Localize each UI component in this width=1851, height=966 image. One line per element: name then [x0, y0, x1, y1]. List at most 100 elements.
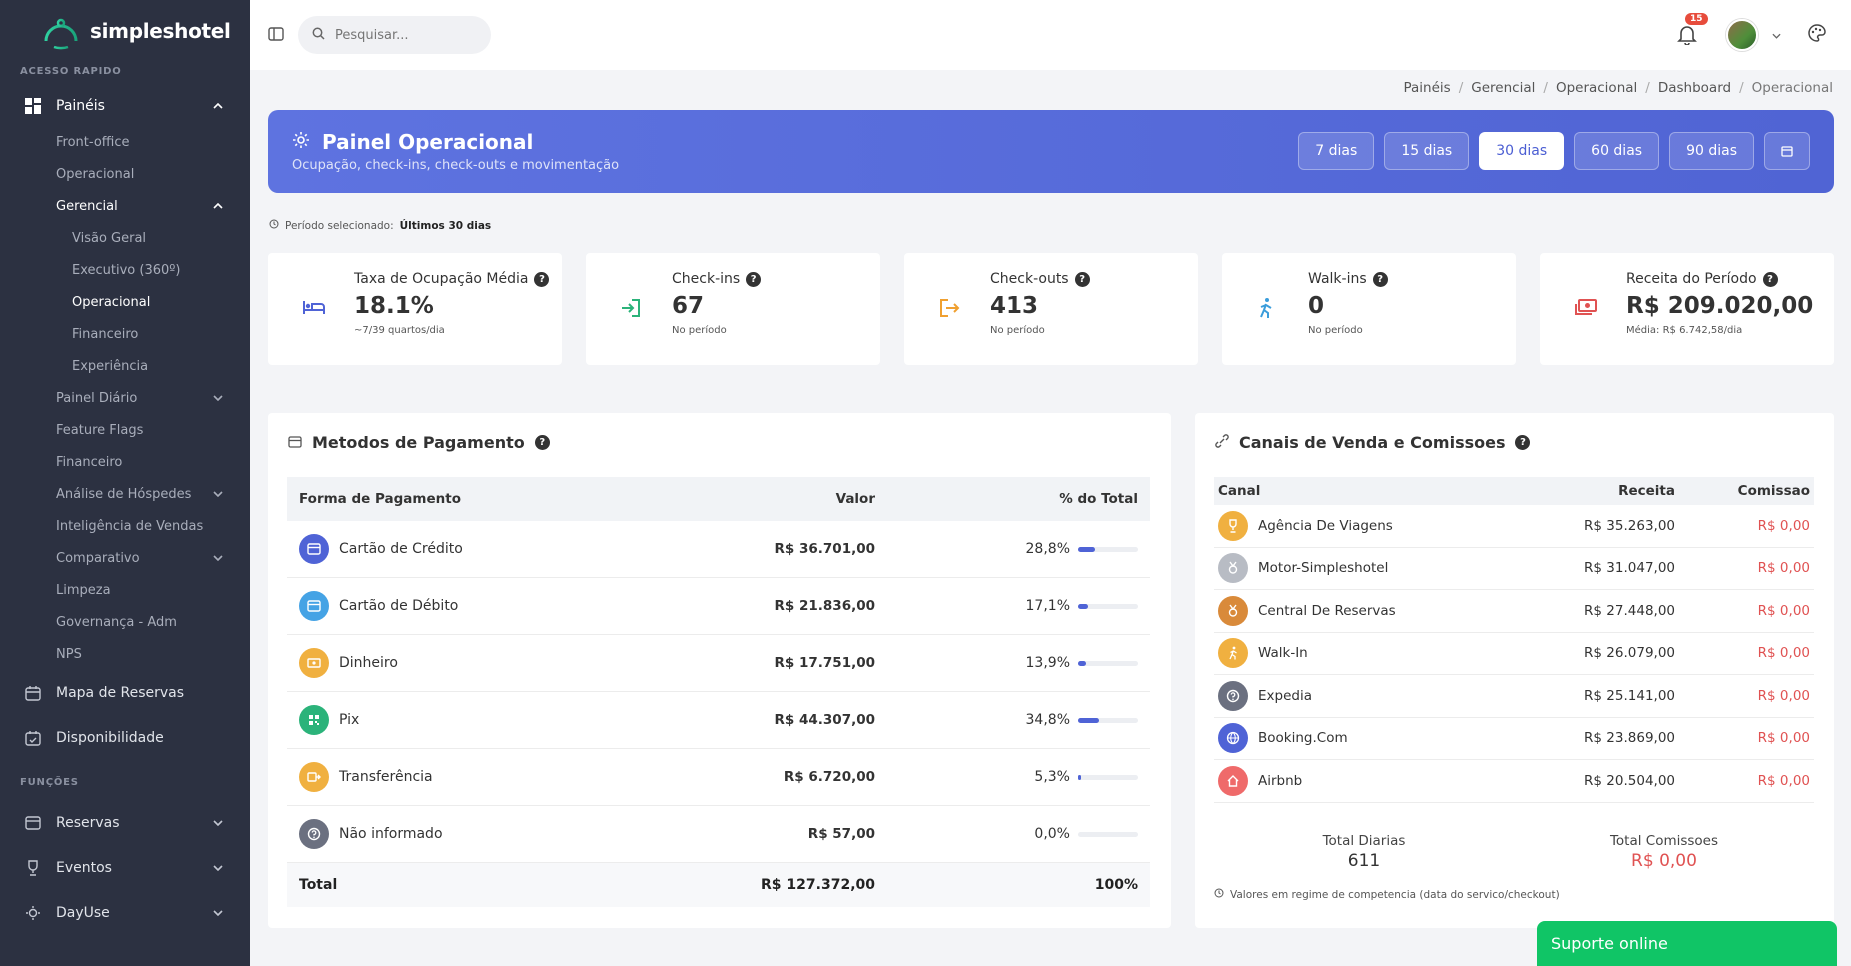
sidebar: simpleshotel ACESSO RAPIDO Painéis Front…: [0, 0, 250, 966]
payment-pct: 34,8%: [1025, 712, 1070, 728]
progress-bar: [1078, 546, 1138, 552]
search-input[interactable]: [335, 27, 475, 43]
sidebar-item-disponibilidade[interactable]: Disponibilidade: [0, 715, 250, 760]
stat-title: Walk-ins: [1308, 271, 1367, 287]
breadcrumb-paineis[interactable]: Painéis: [1404, 80, 1451, 96]
channel-name: Booking.Com: [1258, 730, 1348, 747]
clock-icon: [1214, 888, 1224, 901]
topbar: 15: [250, 0, 1851, 70]
gear-icon: [292, 130, 310, 154]
sidebar-item-financeiro-gerencial[interactable]: Financeiro: [0, 318, 250, 350]
channel-revenue: R$ 31.047,00: [1584, 560, 1675, 577]
table-row: Walk-In R$ 26.079,00 R$ 0,00: [1214, 633, 1814, 675]
breadcrumb-gerencial[interactable]: Gerencial: [1471, 80, 1535, 96]
help-icon[interactable]: ?: [746, 271, 762, 287]
breadcrumb-operacional[interactable]: Operacional: [1556, 80, 1637, 96]
sidebar-item-front-office[interactable]: Front-office: [0, 126, 250, 158]
payment-pct: 0,0%: [1034, 826, 1070, 842]
payment-name: Pix: [339, 712, 360, 728]
custom-date-button[interactable]: [1764, 132, 1810, 170]
sidebar-item-visao-geral[interactable]: Visão Geral: [0, 222, 250, 254]
medal-icon: [1218, 595, 1248, 626]
search-box: [298, 16, 491, 54]
stat-subtitle: No período: [990, 325, 1045, 336]
help-icon[interactable]: ?: [534, 435, 550, 450]
sidebar-item-operacional-gerencial[interactable]: Operacional: [0, 286, 250, 318]
sidebar-item-experiencia[interactable]: Experiência: [0, 350, 250, 382]
sidebar-item-dayuse[interactable]: DayUse: [0, 890, 250, 935]
sidebar-item-paineis[interactable]: Painéis: [0, 86, 250, 126]
avatar[interactable]: [1726, 19, 1758, 51]
sales-channels-panel: Canais de Venda e Comissoes ? Canal Rece…: [1195, 413, 1834, 928]
sidebar-item-comparativo[interactable]: Comparativo: [0, 542, 250, 574]
logo[interactable]: simpleshotel: [0, 0, 250, 62]
credit-card-icon: [299, 534, 329, 564]
footnote: Valores em regime de competencia (data d…: [1214, 888, 1560, 901]
help-icon[interactable]: ?: [1074, 271, 1090, 287]
stat-card-checkins: Check-ins? 67 No período: [586, 253, 880, 365]
sidebar-item-gerencial[interactable]: Gerencial: [0, 190, 250, 222]
range-60-button[interactable]: 60 dias: [1574, 132, 1660, 170]
palette-icon[interactable]: [1807, 23, 1827, 47]
sidebar-item-limpeza[interactable]: Limpeza: [0, 574, 250, 606]
sidebar-item-painel-di-rio[interactable]: Painel Diário: [0, 382, 250, 414]
table-total-row: Total R$ 127.372,00 100%: [287, 863, 1150, 907]
stat-card-revenue: Receita do Período? R$ 209.020,00 Média: R…: [1540, 253, 1834, 365]
progress-bar: [1078, 717, 1138, 723]
period-info: Período selecionado: Últimos 30 dias: [269, 219, 491, 232]
range-7-button[interactable]: 7 dias: [1298, 132, 1375, 170]
sidebar-item-financeiro[interactable]: Financeiro: [0, 446, 250, 478]
sidebar-item-mapa-reservas[interactable]: Mapa de Reservas: [0, 670, 250, 715]
stat-subtitle: ~7/39 quartos/dia: [354, 325, 445, 336]
help-icon[interactable]: ?: [1762, 271, 1778, 287]
sidebar-toggle-icon[interactable]: [268, 26, 286, 44]
range-15-button[interactable]: 15 dias: [1384, 132, 1470, 170]
progress-bar: [1078, 603, 1138, 609]
logo-bell-icon: [44, 18, 78, 50]
sun-icon: [24, 904, 42, 922]
breadcrumb-current: Operacional: [1751, 80, 1833, 96]
money-icon: [1574, 297, 1598, 321]
chevron-up-icon: [211, 99, 225, 113]
sidebar-item-an-lise-de-h-spedes[interactable]: Análise de Hóspedes: [0, 478, 250, 510]
help-icon[interactable]: ?: [1372, 271, 1388, 287]
chevron-down-icon: [211, 551, 225, 565]
payment-methods-panel: Metodos de Pagamento ? Forma de Pagament…: [268, 413, 1171, 928]
trophy-icon: [1218, 510, 1248, 541]
breadcrumb-dashboard[interactable]: Dashboard: [1658, 80, 1731, 96]
panel-title: Canais de Venda e Comissoes: [1239, 433, 1506, 452]
channel-name: Walk-In: [1258, 645, 1308, 662]
payment-pct: 28,8%: [1025, 541, 1070, 557]
help-icon[interactable]: ?: [1515, 435, 1531, 450]
page-title: Painel Operacional: [322, 130, 534, 154]
sidebar-item-governan-a-adm[interactable]: Governança - Adm: [0, 606, 250, 638]
sidebar-item-eventos[interactable]: Eventos: [0, 845, 250, 890]
sidebar-item-nps[interactable]: NPS: [0, 638, 250, 670]
payment-value: R$ 21.836,00: [774, 598, 876, 614]
channel-revenue: R$ 27.448,00: [1584, 602, 1675, 619]
chevron-down-icon[interactable]: [1772, 28, 1781, 43]
support-chat-button[interactable]: Suporte online: [1537, 921, 1837, 966]
payment-table: Forma de Pagamento Valor % do Total Cart…: [287, 477, 1150, 907]
panel-title: Metodos de Pagamento: [312, 433, 525, 452]
notifications-badge: 15: [1685, 13, 1708, 25]
debit-card-icon: [299, 591, 329, 621]
payment-value: R$ 17.751,00: [774, 655, 876, 671]
sidebar-item-intelig-ncia-de-vendas[interactable]: Inteligência de Vendas: [0, 510, 250, 542]
range-selector: 7 dias 15 dias 30 dias 60 dias 90 dias: [1298, 132, 1810, 170]
channel-revenue: R$ 26.079,00: [1584, 645, 1675, 662]
total-comissoes-value: R$ 0,00: [1631, 851, 1697, 871]
logout-icon: [938, 297, 962, 321]
notifications-button[interactable]: 15: [1676, 13, 1708, 47]
range-90-button[interactable]: 90 dias: [1669, 132, 1754, 170]
help-icon[interactable]: ?: [534, 271, 550, 287]
stat-subtitle: No período: [672, 325, 727, 336]
sidebar-item-operacional[interactable]: Operacional: [0, 158, 250, 190]
sidebar-item-feature-flags[interactable]: Feature Flags: [0, 414, 250, 446]
sidebar-item-executivo[interactable]: Executivo (360º): [0, 254, 250, 286]
sidebar-item-reservas[interactable]: Reservas: [0, 800, 250, 845]
table-header: Canal Receita Comissao: [1214, 477, 1814, 505]
channel-commission: R$ 0,00: [1757, 645, 1810, 662]
cash-icon: [299, 648, 329, 678]
range-30-button[interactable]: 30 dias: [1479, 132, 1565, 170]
